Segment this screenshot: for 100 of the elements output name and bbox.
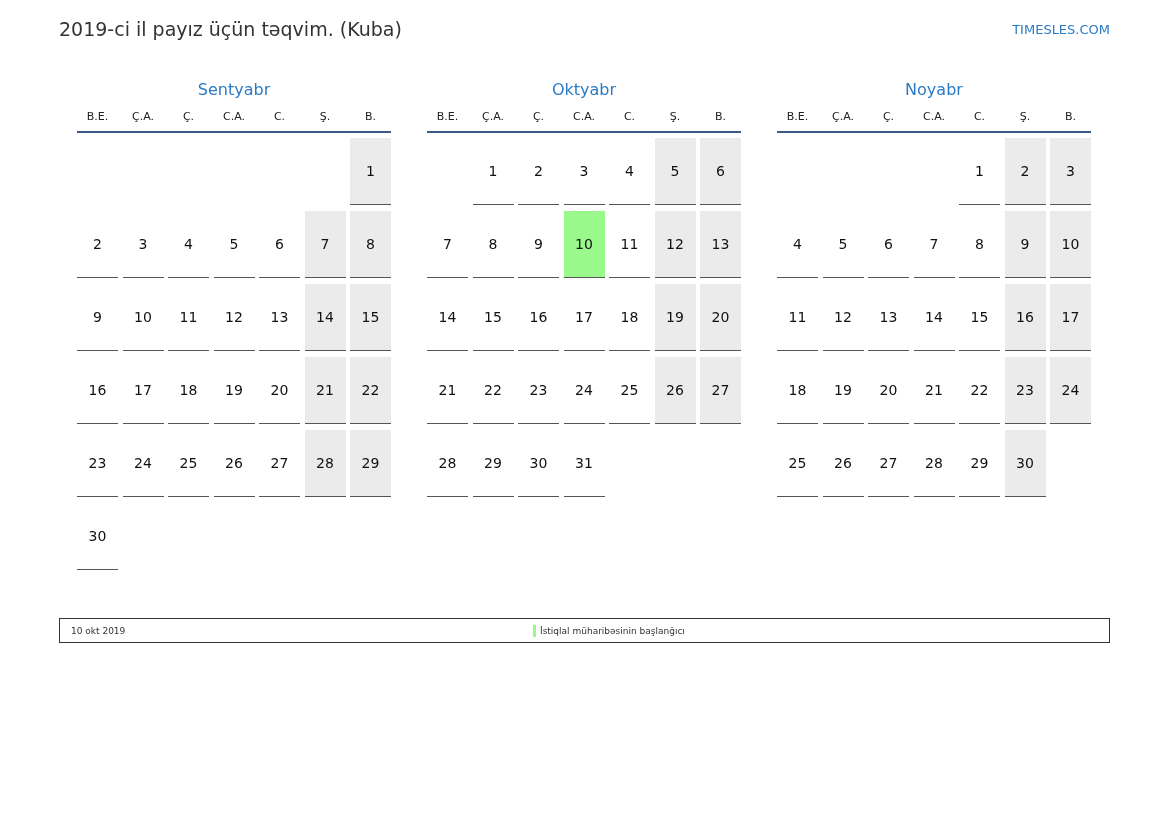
day-cell: 12: [654, 211, 696, 278]
weekday-label: Ç.A.: [131, 110, 155, 123]
day-cell: 13: [259, 284, 300, 351]
holiday-name: İstiqlal müharibəsinin başlanğıcı: [540, 625, 685, 636]
day-cell: 14: [913, 284, 955, 351]
weekday-label: C.: [272, 110, 287, 123]
weekday-label: C.A.: [922, 110, 946, 123]
day-cell: 15: [350, 284, 391, 351]
day-cell: 2: [1004, 138, 1046, 205]
day-cell: 21: [913, 357, 955, 424]
day-cell: 30: [518, 430, 559, 497]
day-cell: 13: [868, 284, 909, 351]
day-cell: 22: [959, 357, 1000, 424]
day-cell: 7: [304, 211, 346, 278]
day-cell: 26: [654, 357, 696, 424]
day-cell: 3: [122, 211, 164, 278]
day-cell: 5: [213, 211, 255, 278]
day-cell: 24: [1050, 357, 1091, 424]
weekday-label: Ç.: [531, 110, 546, 123]
day-cell: 11: [168, 284, 209, 351]
day-cell: 5: [654, 138, 696, 205]
day-cell: 26: [213, 430, 255, 497]
day-cell: 18: [777, 357, 818, 424]
day-cell: 24: [563, 357, 605, 424]
day-cell: 25: [609, 357, 650, 424]
day-cell: 12: [213, 284, 255, 351]
day-cell: 20: [700, 284, 741, 351]
site-link[interactable]: TIMESLES.COM: [1012, 21, 1110, 37]
day-cell: 16: [518, 284, 559, 351]
weekday-label: B.: [1063, 110, 1077, 123]
day-cell: 29: [350, 430, 391, 497]
day-cell: 4: [777, 211, 818, 278]
day-cell: 29: [472, 430, 514, 497]
day-cell: 1: [472, 138, 514, 205]
weekday-label: B.E.: [785, 110, 810, 123]
weekday-label: Ş.: [318, 110, 332, 123]
day-cell: 6: [259, 211, 300, 278]
day-cell: 19: [213, 357, 255, 424]
day-cell: 20: [868, 357, 909, 424]
day-cell: 2: [518, 138, 559, 205]
day-cell: 16: [77, 357, 118, 424]
weekday-label: B.: [713, 110, 727, 123]
day-cell: 20: [259, 357, 300, 424]
day-cell: 28: [304, 430, 346, 497]
day-cell: 9: [518, 211, 559, 278]
day-cell: 17: [122, 357, 164, 424]
day-cell: 23: [77, 430, 118, 497]
weekday-label: B.E.: [85, 110, 110, 123]
day-cell: 24: [122, 430, 164, 497]
day-cell: 1: [959, 138, 1000, 205]
day-cell: 11: [609, 211, 650, 278]
weekday-label: Ç.: [881, 110, 896, 123]
day-cell: 4: [168, 211, 209, 278]
day-cell: 15: [959, 284, 1000, 351]
weekday-label: B.E.: [435, 110, 460, 123]
day-cell: 17: [1050, 284, 1091, 351]
day-cell: 25: [777, 430, 818, 497]
page-title: 2019-ci il payız üçün təqvim. (Kuba): [59, 18, 402, 40]
day-cell: 23: [518, 357, 559, 424]
weekday-label: C.: [972, 110, 987, 123]
day-cell: 16: [1004, 284, 1046, 351]
day-cell: 30: [1004, 430, 1046, 497]
day-cell: 21: [304, 357, 346, 424]
day-cell: 7: [427, 211, 468, 278]
day-cell: 28: [427, 430, 468, 497]
day-cell: 22: [472, 357, 514, 424]
day-cell: 17: [563, 284, 605, 351]
day-cell: 3: [1050, 138, 1091, 205]
day-cell: 8: [959, 211, 1000, 278]
day-cell: 14: [304, 284, 346, 351]
day-cell: 8: [472, 211, 514, 278]
day-cell: 28: [913, 430, 955, 497]
day-cell: 27: [700, 357, 741, 424]
day-cell: 31: [563, 430, 605, 497]
day-cell: 18: [168, 357, 209, 424]
day-cell: 23: [1004, 357, 1046, 424]
weekday-label: C.: [622, 110, 637, 123]
day-cell: 4: [609, 138, 650, 205]
month-name: Noyabr: [904, 80, 964, 101]
month-name: Oktyabr: [550, 80, 618, 101]
weekday-label: Ç.A.: [831, 110, 855, 123]
day-cell: 7: [913, 211, 955, 278]
day-cell: 10: [1050, 211, 1091, 278]
day-cell: 6: [700, 138, 741, 205]
day-cell: 14: [427, 284, 468, 351]
day-cell: 30: [77, 503, 118, 570]
day-cell: 29: [959, 430, 1000, 497]
day-cell: 6: [868, 211, 909, 278]
day-cell: 10: [563, 211, 605, 278]
day-cell: 11: [777, 284, 818, 351]
day-cell: 19: [822, 357, 864, 424]
day-cell: 26: [822, 430, 864, 497]
day-cell: 9: [1004, 211, 1046, 278]
day-cell: 9: [77, 284, 118, 351]
weekday-label: Ç.: [181, 110, 196, 123]
weekday-label: Ç.A.: [481, 110, 505, 123]
day-cell: 12: [822, 284, 864, 351]
weekday-label: C.A.: [222, 110, 246, 123]
day-cell: 5: [822, 211, 864, 278]
day-cell: 22: [350, 357, 391, 424]
